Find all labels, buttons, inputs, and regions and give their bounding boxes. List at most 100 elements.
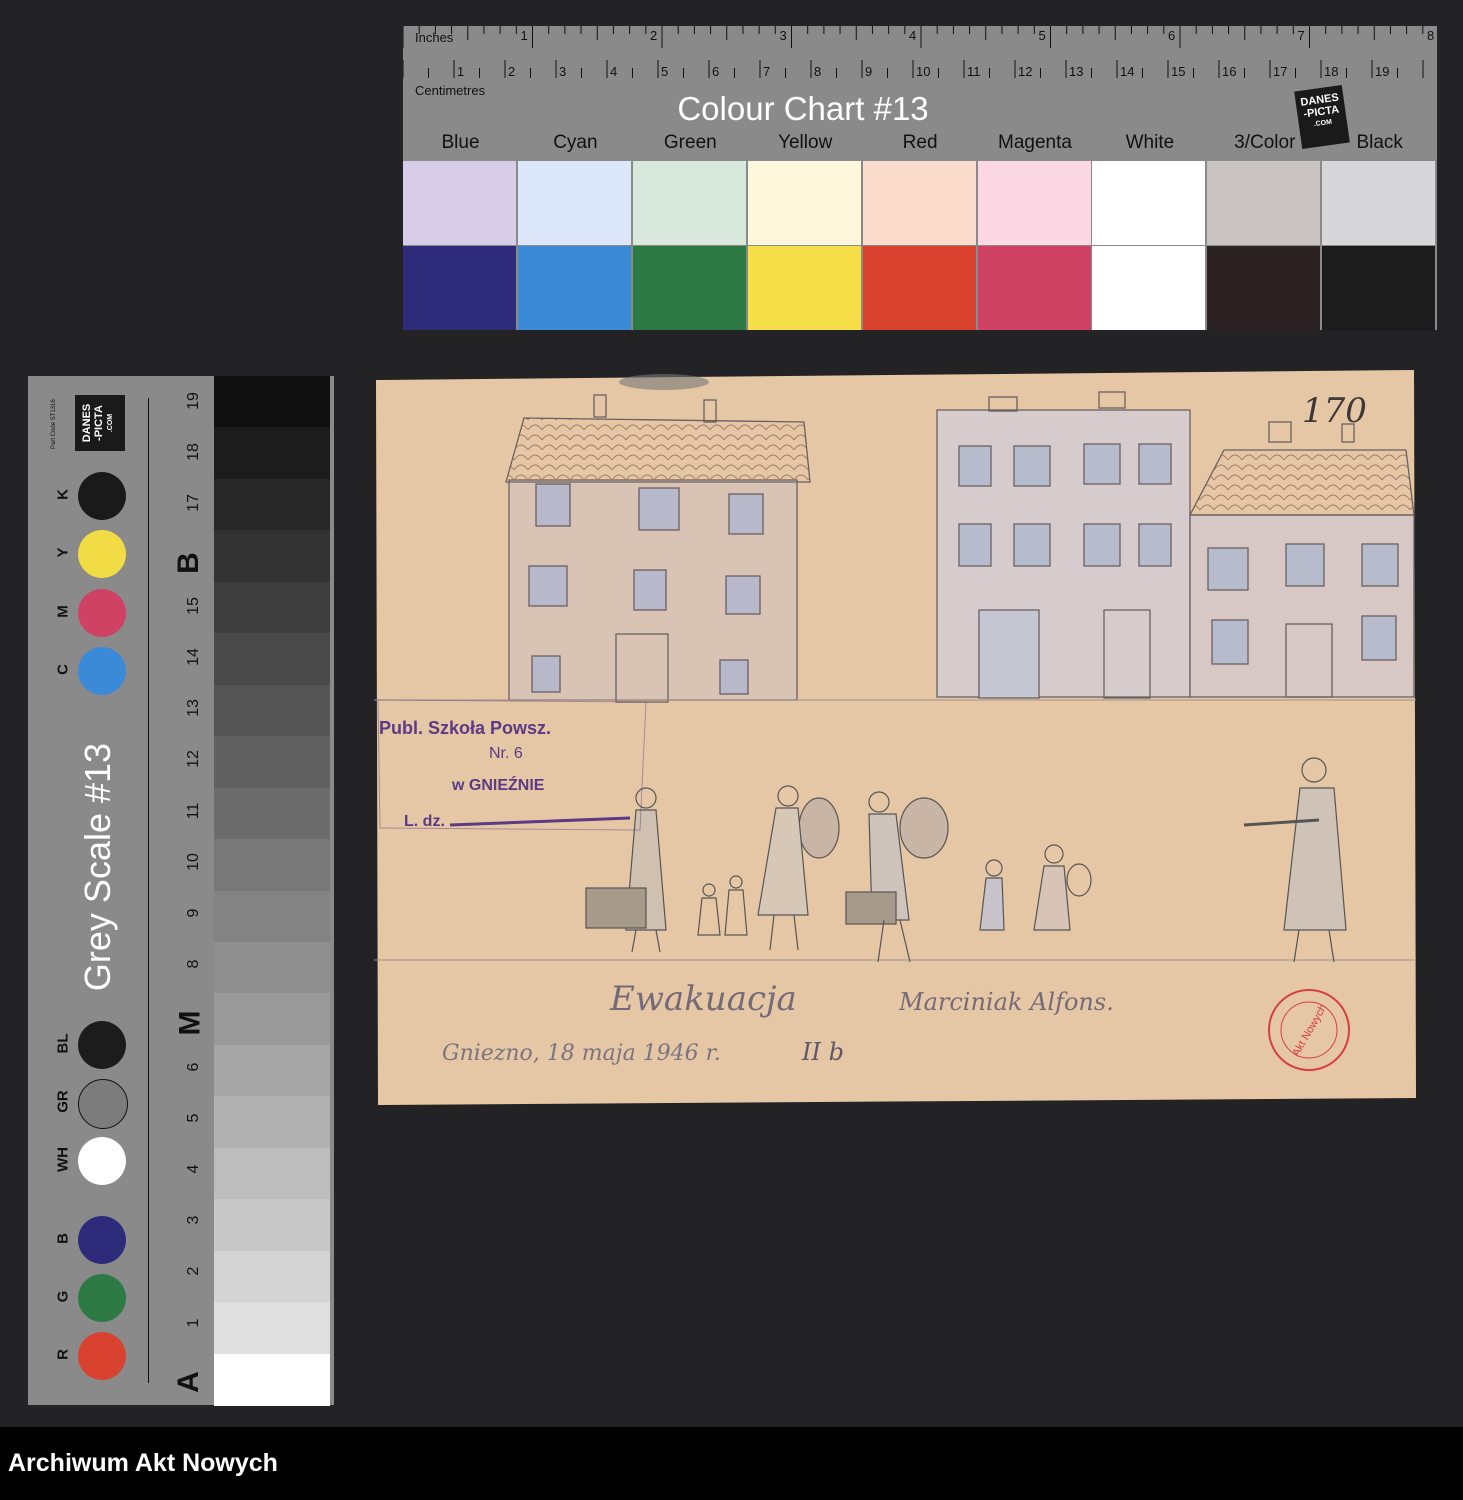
footer-archive-name: Archiwum Akt Nowych xyxy=(8,1449,278,1477)
grey-scale-number: 6 xyxy=(185,1062,202,1072)
grey-step xyxy=(214,530,330,583)
grey-scale-divider xyxy=(148,398,149,1383)
grey-step xyxy=(214,581,330,635)
calibration-dot-label: GR xyxy=(54,1090,72,1113)
cm-number: 9 xyxy=(865,64,873,79)
cm-number: 16 xyxy=(1222,64,1237,79)
grey-scale-number: 4 xyxy=(185,1164,202,1174)
calibration-dot-label: G xyxy=(54,1290,72,1303)
swatch-label: Cyan xyxy=(553,132,598,153)
swatch-dark xyxy=(1207,246,1321,330)
cm-number: 1 xyxy=(457,64,465,79)
grey-scale-number: 12 xyxy=(185,750,202,769)
cm-number: 4 xyxy=(610,64,618,79)
calibration-dot-label: BL xyxy=(54,1033,72,1054)
swatch-light xyxy=(517,161,631,245)
cm-number: 18 xyxy=(1324,64,1339,79)
calibration-dot-bl xyxy=(78,1021,126,1069)
cm-number: 15 xyxy=(1171,64,1186,79)
grey-step xyxy=(214,941,330,995)
middle-building xyxy=(936,391,1191,699)
inch-number: 3 xyxy=(779,28,787,43)
grey-step xyxy=(214,839,330,892)
grey-step xyxy=(214,1147,330,1201)
inch-number: 6 xyxy=(1168,28,1176,43)
swatch-light xyxy=(862,161,976,245)
grey-scale-number: 3 xyxy=(185,1215,202,1225)
swatch-light xyxy=(977,161,1091,245)
grey-scale-number: 18 xyxy=(185,443,202,462)
grey-scale-number: 17 xyxy=(185,494,202,513)
calibration-dot-b xyxy=(78,1216,126,1264)
grey-scale-marker: B xyxy=(171,551,205,574)
calibration-dot-gr xyxy=(78,1079,128,1129)
calibration-dot-wh xyxy=(78,1137,126,1185)
swatch-label: Red xyxy=(902,132,938,153)
calibration-dot-k xyxy=(78,472,126,520)
grey-scale-number: 2 xyxy=(185,1266,202,1276)
swatch-light xyxy=(632,161,746,245)
calibration-dot-label: B xyxy=(54,1233,72,1244)
inch-number: 4 xyxy=(909,28,917,43)
calibration-dot-m xyxy=(78,589,126,637)
grey-step xyxy=(214,1250,330,1304)
grey-step xyxy=(214,1096,330,1149)
grey-scale-marker: A xyxy=(171,1370,205,1393)
calibration-dot-label: WH xyxy=(54,1147,72,1172)
swatch-label: Green xyxy=(663,132,717,153)
inches-label: Inches xyxy=(415,30,454,45)
swatch-dark xyxy=(862,246,976,330)
caption-title: Ewakuacja xyxy=(609,979,797,1019)
inch-number: 8 xyxy=(1427,28,1435,43)
swatch-dark xyxy=(977,246,1091,330)
calibration-dot-r xyxy=(78,1332,126,1380)
grey-step xyxy=(214,1302,330,1355)
cm-number: 17 xyxy=(1273,64,1288,79)
grey-step xyxy=(214,787,330,841)
cm-number: 5 xyxy=(661,64,669,79)
swatch-dark xyxy=(632,246,746,330)
inch-number: 2 xyxy=(650,28,658,43)
grey-scale-number: 13 xyxy=(185,699,202,718)
cm-number: 7 xyxy=(763,64,771,79)
grey-scale-number: 14 xyxy=(185,648,202,666)
cm-number: 13 xyxy=(1069,64,1084,79)
calibration-dot-y xyxy=(78,530,126,578)
cm-number: 3 xyxy=(559,64,567,79)
caption-place-date: Gniezno, 18 maja 1946 r. xyxy=(442,1041,721,1066)
grey-step xyxy=(214,684,330,738)
inch-number: 7 xyxy=(1297,28,1305,43)
grey-step xyxy=(214,1199,330,1252)
swatch-label: Black xyxy=(1356,132,1403,153)
grey-scale-number: 19 xyxy=(185,392,202,410)
grey-step xyxy=(214,1044,330,1098)
calibration-dot-label: K xyxy=(54,489,72,500)
swatch-dark xyxy=(747,246,861,330)
grey-step xyxy=(214,427,330,480)
cm-number: 14 xyxy=(1120,64,1135,79)
grey-step xyxy=(214,376,330,429)
grey-step xyxy=(214,993,330,1046)
grey-scale-number: 8 xyxy=(185,959,202,969)
swatch-dark xyxy=(517,246,631,330)
grey-step xyxy=(214,1353,330,1406)
swatch-label: White xyxy=(1125,132,1175,153)
swatch-dark xyxy=(403,246,516,330)
grey-step xyxy=(214,890,330,943)
colour-chart-title: Colour Chart #13 xyxy=(677,90,929,127)
cm-number: 19 xyxy=(1375,64,1390,79)
swatch-light xyxy=(1092,161,1206,245)
stamp-line-4: L. dz. xyxy=(404,813,445,830)
tape-mark xyxy=(619,374,709,390)
grey-step xyxy=(214,478,330,532)
stamp-line-1: Publ. Szkoła Powsz. xyxy=(379,718,551,738)
cm-number: 12 xyxy=(1018,64,1033,79)
part-code: Part Code ST1316 xyxy=(51,399,57,449)
calibration-dot-label: Y xyxy=(54,547,72,558)
grey-scale-number: 15 xyxy=(185,596,202,615)
caption-author: Marciniak Alfons. xyxy=(898,988,1114,1016)
caption-class: II b xyxy=(801,1038,844,1066)
grey-step xyxy=(214,633,330,686)
swatch-dark xyxy=(1322,246,1436,330)
swatch-light xyxy=(1322,161,1436,245)
